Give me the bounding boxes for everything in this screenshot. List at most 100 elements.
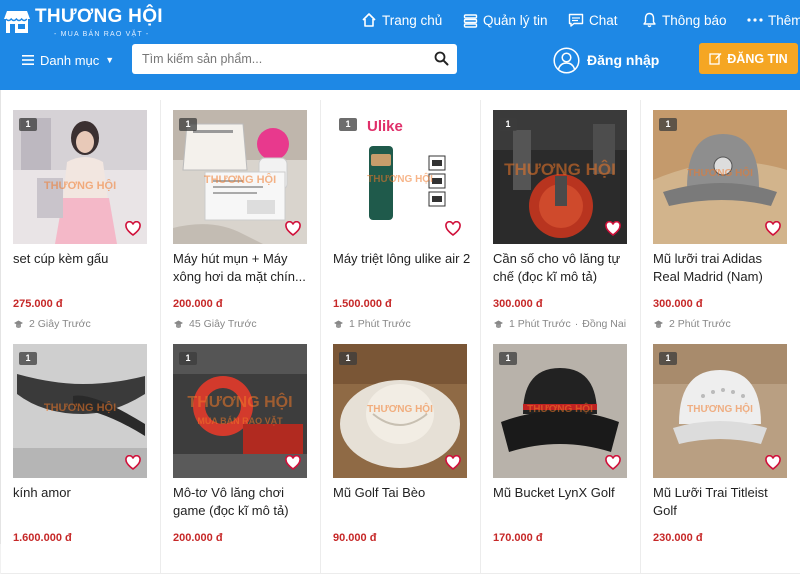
more-icon bbox=[747, 18, 763, 22]
nav-manage[interactable]: Quản lý tin bbox=[463, 9, 548, 31]
bell-icon bbox=[643, 12, 656, 28]
watermark: THƯƠNG HỘI bbox=[43, 180, 117, 192]
login-button[interactable]: Đăng nhập bbox=[553, 45, 659, 75]
product-price: 275.000 đ bbox=[13, 298, 63, 310]
product-title[interactable]: Mũ lưỡi trai Adidas Real Madrid (Nam) bbox=[653, 250, 791, 286]
nav-chat[interactable]: Chat bbox=[568, 9, 618, 31]
watermark: THƯƠNG HỘI bbox=[203, 174, 277, 186]
product-card[interactable]: THƯƠNG HỘI 1 Mũ Bucket LynX Golf 170.000… bbox=[481, 334, 641, 574]
product-title[interactable]: Cần số cho vô lăng tự chế (đọc kĩ mô tả) bbox=[493, 250, 631, 286]
nav-more-label: Thêm bbox=[768, 12, 800, 28]
product-price: 300.000 đ bbox=[493, 298, 543, 310]
heart-icon[interactable] bbox=[765, 455, 781, 471]
watermark: THƯƠNG HỘI bbox=[367, 174, 433, 185]
hat-icon bbox=[174, 320, 183, 328]
images-count-icon: 1 bbox=[339, 118, 357, 131]
images-count-icon: 1 bbox=[179, 352, 197, 365]
heart-icon[interactable] bbox=[605, 455, 621, 471]
images-count-icon: 1 bbox=[19, 352, 37, 365]
brand-tagline: - MUA BÁN RAO VẶT - bbox=[54, 31, 150, 38]
store-icon bbox=[4, 11, 30, 33]
hat-icon bbox=[494, 320, 503, 328]
product-image[interactable]: Ulike THƯƠNG HỘI 1 bbox=[333, 110, 467, 244]
search-box bbox=[132, 44, 457, 74]
product-card[interactable]: THƯƠNG HỘI 1 Mũ Golf Tai Bèo 90.000 đ bbox=[321, 334, 481, 574]
post-ad-label: ĐĂNG TIN bbox=[727, 51, 788, 66]
heart-icon[interactable] bbox=[125, 221, 141, 237]
logo[interactable]: THƯƠNG HỘI - MUA BÁN RAO VẶT - bbox=[4, 5, 163, 41]
product-price: 230.000 đ bbox=[653, 532, 703, 544]
nav-notify-label: Thông báo bbox=[662, 12, 727, 28]
heart-icon[interactable] bbox=[605, 221, 621, 237]
product-title[interactable]: Mô-tơ Vô lăng chơi game (đọc kĩ mô tả) bbox=[173, 484, 311, 520]
chat-icon bbox=[568, 13, 584, 27]
category-menu-label: Danh mục bbox=[40, 52, 100, 68]
product-time: 45 Giây Trước bbox=[189, 318, 257, 330]
header: THƯƠNG HỘI - MUA BÁN RAO VẶT - Trang chủ… bbox=[0, 0, 800, 90]
product-card[interactable]: THƯƠNG HỘI 1 set cúp kèm gấu 275.000 đ 2… bbox=[1, 100, 161, 340]
product-meta: 2 Giây Trước bbox=[13, 318, 91, 330]
product-image[interactable]: THƯƠNG HỘI 1 bbox=[13, 344, 147, 478]
search-icon[interactable] bbox=[434, 51, 449, 66]
hat-icon bbox=[14, 320, 23, 328]
chevron-down-icon: ▼ bbox=[105, 55, 115, 65]
nav-notify[interactable]: Thông báo bbox=[642, 9, 727, 31]
heart-icon[interactable] bbox=[125, 455, 141, 471]
product-meta: 1 Phút Trước · Đồng Nai bbox=[493, 318, 626, 330]
product-meta: 1 Phút Trước bbox=[333, 318, 411, 330]
product-title[interactable]: Mũ Lưỡi Trai Titleist Golf bbox=[653, 484, 791, 520]
product-card[interactable]: THƯƠNG HỘI MUA BÁN RAO VẶT 1 Mô-tơ Vô lă… bbox=[161, 334, 321, 574]
product-price: 90.000 đ bbox=[333, 532, 377, 544]
product-card[interactable]: Ulike THƯƠNG HỘI 1 Máy triệt lông ulike … bbox=[321, 100, 481, 340]
watermark: THƯƠNG HỘI bbox=[504, 160, 616, 179]
watermark: THƯƠNG HỘI bbox=[43, 402, 117, 414]
product-title[interactable]: Mũ Bucket LynX Golf bbox=[493, 484, 631, 520]
product-image[interactable]: THƯƠNG HỘI 1 bbox=[173, 110, 307, 244]
product-card[interactable]: THƯƠNG HỘI 1 Cần số cho vô lăng tự chế (… bbox=[481, 100, 641, 340]
nav-more[interactable]: Thêm bbox=[747, 9, 800, 31]
heart-icon[interactable] bbox=[765, 221, 781, 237]
category-menu-button[interactable]: Danh mục ▼ bbox=[22, 50, 114, 70]
product-price: 200.000 đ bbox=[173, 298, 223, 310]
watermark: THƯƠNG HỘI bbox=[527, 404, 593, 415]
product-title[interactable]: Máy hút mụn + Máy xông hơi da mặt chín..… bbox=[173, 250, 311, 286]
hat-icon bbox=[654, 320, 663, 328]
heart-icon[interactable] bbox=[445, 221, 461, 237]
list-icon bbox=[463, 13, 478, 28]
product-meta: 45 Giây Trước bbox=[173, 318, 257, 330]
product-image[interactable]: THƯƠNG HỘI 1 bbox=[13, 110, 147, 244]
product-image[interactable]: THƯƠNG HỘI 1 bbox=[653, 110, 787, 244]
product-image[interactable]: THƯƠNG HỘI 1 bbox=[493, 344, 627, 478]
product-card[interactable]: THƯƠNG HỘI 1 Mũ Lưỡi Trai Titleist Golf … bbox=[641, 334, 800, 574]
product-card[interactable]: THƯƠNG HỘI 1 kính amor 1.600.000 đ bbox=[1, 334, 161, 574]
product-image[interactable]: THƯƠNG HỘI 1 bbox=[333, 344, 467, 478]
brand-name: THƯƠNG HỘI bbox=[35, 6, 163, 27]
product-image[interactable]: THƯƠNG HỘI 1 bbox=[653, 344, 787, 478]
login-label: Đăng nhập bbox=[587, 52, 660, 68]
product-card[interactable]: THƯƠNG HỘI 1 Máy hút mụn + Máy xông hơi … bbox=[161, 100, 321, 340]
product-time: 1 Phút Trước bbox=[349, 318, 411, 330]
images-count-icon: 1 bbox=[499, 352, 517, 365]
user-icon bbox=[553, 46, 580, 74]
product-image[interactable]: THƯƠNG HỘI MUA BÁN RAO VẶT 1 bbox=[173, 344, 307, 478]
product-card[interactable]: THƯƠNG HỘI 1 Mũ lưỡi trai Adidas Real Ma… bbox=[641, 100, 800, 340]
post-ad-button[interactable]: ĐĂNG TIN bbox=[699, 43, 798, 74]
heart-icon[interactable] bbox=[285, 221, 301, 237]
product-image[interactable]: THƯƠNG HỘI 1 bbox=[493, 110, 627, 244]
product-title[interactable]: Máy triệt lông ulike air 2 bbox=[333, 250, 471, 286]
product-meta: 2 Phút Trước bbox=[653, 318, 731, 330]
images-count-icon: 1 bbox=[339, 352, 357, 365]
home-icon bbox=[362, 13, 376, 27]
heart-icon[interactable] bbox=[445, 455, 461, 471]
product-price: 170.000 đ bbox=[493, 532, 543, 544]
product-title[interactable]: set cúp kèm gấu bbox=[13, 250, 151, 286]
product-title[interactable]: kính amor bbox=[13, 484, 151, 520]
images-count-icon: 1 bbox=[659, 118, 677, 131]
nav-chat-label: Chat bbox=[589, 12, 618, 28]
search-input[interactable] bbox=[132, 44, 422, 74]
heart-icon[interactable] bbox=[285, 455, 301, 471]
product-title[interactable]: Mũ Golf Tai Bèo bbox=[333, 484, 471, 520]
nav-home[interactable]: Trang chủ bbox=[361, 9, 442, 31]
product-price: 1.500.000 đ bbox=[333, 298, 392, 310]
watermark: THƯƠNG HỘI bbox=[687, 168, 753, 179]
